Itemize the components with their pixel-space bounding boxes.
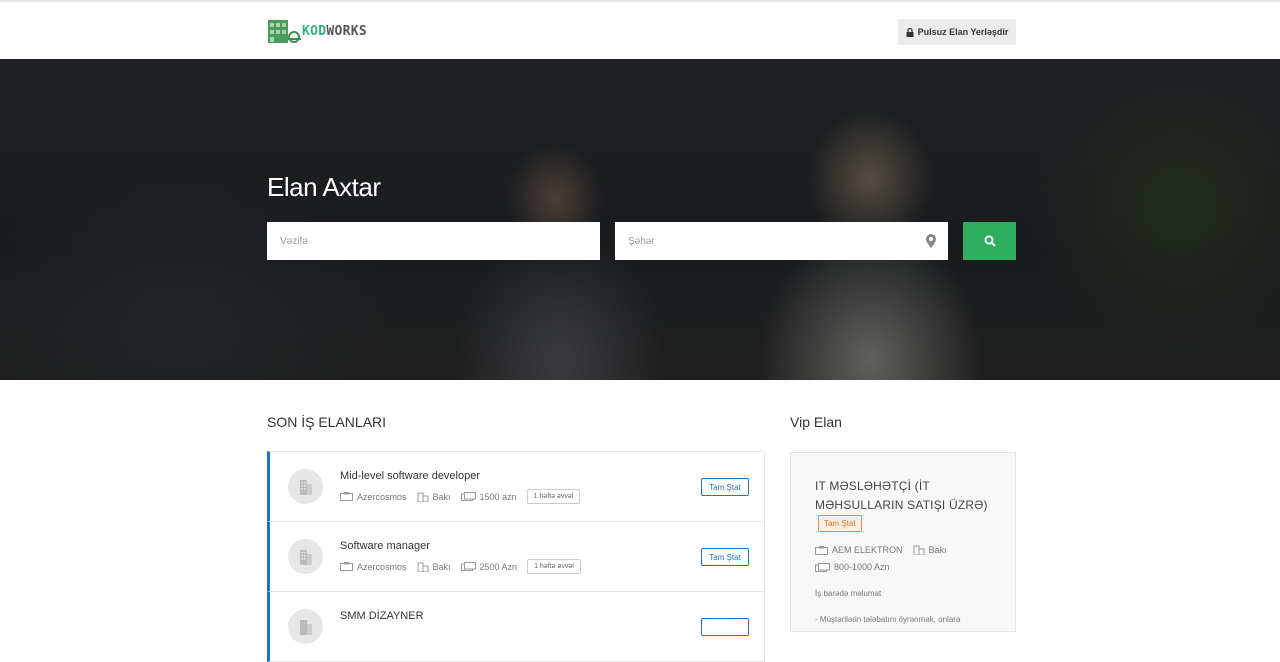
employment-type-badge[interactable] bbox=[701, 618, 749, 636]
job-list-item[interactable]: Software manager Azercosmos Bakı 2500 Az… bbox=[267, 521, 765, 592]
job-title-link[interactable]: SMM DİZAYNER bbox=[340, 610, 424, 622]
briefcase-icon bbox=[815, 545, 828, 555]
job-title-input[interactable]: Vəzifə bbox=[267, 222, 600, 260]
vip-company: AEM ELEKTRON bbox=[832, 545, 903, 555]
hero-title: Elan Axtar bbox=[267, 172, 381, 202]
vip-job-title[interactable]: IT MƏSLƏHƏTÇİ (İT MƏHSULLARIN SATIŞI ÜZR… bbox=[815, 477, 995, 515]
job-company: Azercosmos bbox=[357, 561, 407, 572]
hero-banner: Elan Axtar Vəzifə Şəhər bbox=[0, 59, 1280, 380]
company-building-icon bbox=[288, 539, 323, 574]
logo-icon bbox=[267, 18, 302, 45]
job-list-item[interactable]: Mid-level software developer Azercosmos … bbox=[267, 451, 765, 522]
job-list: Mid-level software developer Azercosmos … bbox=[267, 451, 765, 662]
city-input[interactable]: Şəhər bbox=[615, 222, 948, 260]
posted-age-badge: 1 həftə əvvəl bbox=[527, 559, 581, 574]
logo-text-kod: KOD bbox=[302, 24, 327, 39]
employment-type-badge[interactable]: Tam Ştat bbox=[701, 548, 749, 566]
job-list-item[interactable]: SMM DİZAYNER bbox=[267, 591, 765, 662]
post-free-ad-label: Pulsuz Elan Yerləşdir bbox=[917, 27, 1009, 37]
employment-type-badge[interactable]: Tam Ştat bbox=[701, 478, 749, 496]
post-free-ad-button[interactable]: Pulsuz Elan Yerləşdir bbox=[898, 19, 1016, 45]
vip-employment-type-badge: Tam Ştat bbox=[818, 515, 862, 532]
vip-job-card[interactable]: IT MƏSLƏHƏTÇİ (İT MƏHSULLARIN SATIŞI ÜZR… bbox=[790, 452, 1016, 632]
site-logo[interactable]: KODWORKS bbox=[267, 18, 367, 45]
city-input-placeholder: Şəhər bbox=[628, 235, 655, 247]
money-icon bbox=[460, 492, 476, 501]
vip-city: Bakı bbox=[928, 545, 947, 555]
briefcase-icon bbox=[340, 562, 353, 571]
latest-jobs-title: SON İŞ ELANLARI bbox=[267, 414, 387, 430]
vip-about-label: İş barədə məlumat bbox=[815, 589, 882, 598]
company-building-icon bbox=[288, 609, 323, 644]
job-city: Bakı bbox=[432, 491, 451, 502]
lock-icon bbox=[906, 27, 914, 37]
city-building-icon bbox=[417, 492, 429, 502]
job-city: Bakı bbox=[432, 561, 451, 572]
job-salary: 2500 Azn bbox=[479, 561, 518, 572]
job-company: Azercosmos bbox=[357, 491, 407, 502]
vip-salary: 800-1000 Azn bbox=[834, 562, 890, 572]
vip-section-title: Vip Elan bbox=[790, 414, 842, 430]
search-button[interactable] bbox=[963, 222, 1016, 260]
job-meta: Azercosmos Bakı 2500 Azn 1 həftə əvvəl bbox=[340, 559, 581, 574]
money-icon bbox=[815, 562, 830, 572]
location-pin-icon bbox=[926, 234, 936, 248]
city-building-icon bbox=[417, 562, 429, 572]
job-salary: 1500 azn bbox=[479, 491, 517, 502]
city-building-icon bbox=[913, 545, 925, 555]
money-icon bbox=[460, 562, 476, 571]
briefcase-icon bbox=[340, 492, 353, 501]
job-title-link[interactable]: Mid-level software developer bbox=[340, 470, 480, 482]
job-meta: Azercosmos Bakı 1500 azn 1 həftə əvvəl bbox=[340, 489, 581, 504]
job-title-link[interactable]: Software manager bbox=[340, 540, 430, 552]
site-header: KODWORKS Pulsuz Elan Yerləşdir bbox=[0, 0, 1280, 59]
logo-text-works: WORKS bbox=[326, 24, 368, 39]
posted-age-badge: 1 həftə əvvəl bbox=[526, 489, 581, 504]
company-building-icon bbox=[288, 469, 323, 504]
search-icon bbox=[984, 235, 996, 247]
